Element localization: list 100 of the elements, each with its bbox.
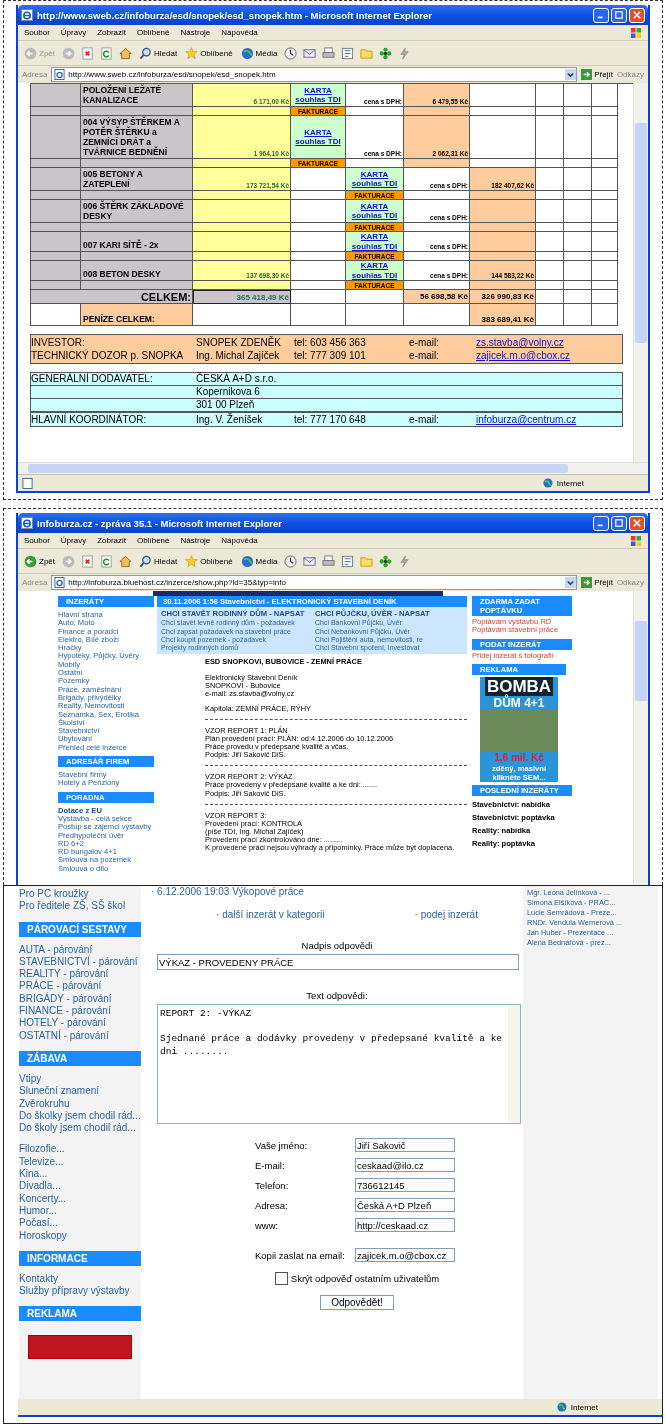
address-field[interactable]: http://infoburza.bluehost.cz/inzerce/show.php?id=35&typ=info <box>51 575 578 590</box>
printer-icon[interactable] <box>322 46 336 60</box>
flower-icon[interactable] <box>379 554 393 568</box>
email-link[interactable]: zajicek.m.o@cbox.cz <box>476 349 622 362</box>
edit-icon[interactable] <box>341 554 355 568</box>
nav-link[interactable]: Do školky jsem chodil rád... <box>19 1109 141 1123</box>
close-button[interactable] <box>629 7 645 23</box>
printer-icon[interactable] <box>322 554 336 568</box>
nav-link[interactable]: HOTELY - párování <box>19 1017 141 1030</box>
flower-icon[interactable] <box>379 46 393 60</box>
checkbox[interactable] <box>274 1272 288 1285</box>
card-link[interactable]: KARTA souhlas TDI <box>347 201 402 221</box>
mail-icon[interactable] <box>303 46 317 60</box>
favorites-button[interactable]: Oblíbené <box>184 45 234 61</box>
card-link[interactable]: KARTA souhlas TDI <box>347 169 402 189</box>
nav-link[interactable]: FINANCE - párování <box>19 1005 141 1018</box>
menu-item[interactable]: Zobrazit <box>97 28 127 37</box>
nav-link[interactable]: Vtipy <box>19 1072 141 1086</box>
nav-link[interactable]: Filozofie... <box>19 1143 141 1156</box>
card-link[interactable]: KARTA souhlas TDI <box>292 85 344 105</box>
nav-link[interactable]: Pro ředitele ZŠ, SŠ škol <box>19 900 141 913</box>
back-button[interactable]: Zpět <box>23 553 56 569</box>
nav-link[interactable]: Kontakty <box>19 1272 141 1286</box>
title-field[interactable]: VÝKAZ - PROVEDENY PRÁCE <box>157 954 519 970</box>
go-button[interactable]: Přejít <box>581 577 613 588</box>
nav-link[interactable]: Horoskopy <box>19 1229 141 1242</box>
submit-button[interactable]: Odpovědět! <box>320 1295 394 1310</box>
history-icon[interactable] <box>284 554 298 568</box>
nav-link[interactable]: Zvěrokruhu <box>19 1097 141 1110</box>
table-cell <box>470 107 536 116</box>
nav-link[interactable]: Koncerty... <box>19 1192 141 1205</box>
nav-link[interactable]: PRÁCE - párování <box>19 980 141 993</box>
ad-banner[interactable] <box>28 1335 132 1360</box>
scrollbar[interactable] <box>633 83 648 462</box>
nav-link[interactable]: Kina... <box>19 1168 141 1181</box>
nav-link[interactable]: Humor... <box>19 1204 141 1218</box>
nav-link[interactable]: OSTATNÍ - párování <box>19 1029 141 1042</box>
media-button[interactable]: Média <box>239 553 279 569</box>
nav-link[interactable]: Do školy jsem chodil rád... <box>19 1122 141 1135</box>
dropdown-icon[interactable] <box>565 577 577 588</box>
stop-icon[interactable] <box>81 554 94 568</box>
mail-icon[interactable] <box>303 554 317 568</box>
menu-item[interactable]: Oblíbené <box>137 536 170 545</box>
minimize-button[interactable] <box>593 515 609 531</box>
nav-link[interactable]: AUTA - párování <box>19 943 141 956</box>
menu-item[interactable]: Nápověda <box>221 536 258 545</box>
menu-item[interactable]: Nástroje <box>180 536 211 545</box>
stop-icon[interactable] <box>81 46 94 60</box>
nav-link[interactable]: BRIGÁDY - párování <box>19 992 141 1006</box>
scrollbar[interactable] <box>18 462 648 474</box>
table-cell <box>592 168 618 191</box>
card-link[interactable]: KARTA souhlas TDI <box>347 232 402 251</box>
email-link[interactable]: zs.stavba@volny.cz <box>476 336 622 349</box>
history-icon[interactable] <box>284 46 298 60</box>
input-field[interactable]: http://ceskaad.cz <box>355 1218 455 1232</box>
input-field[interactable]: Jiří Sakovič <box>355 1138 455 1152</box>
maximize-button[interactable] <box>611 515 627 531</box>
home-icon[interactable] <box>119 46 132 60</box>
action-link[interactable]: · další inzerát v kategorii <box>216 909 325 920</box>
input-field[interactable]: ceskaad@ilo.cz <box>355 1158 455 1172</box>
email-link[interactable]: infoburza@centrum.cz <box>476 413 622 426</box>
favorites-button[interactable]: Oblíbené <box>184 553 234 569</box>
input-field[interactable]: zajicek.m.o@cbox.cz <box>355 1248 455 1262</box>
nav-link[interactable]: Počasí... <box>19 1217 141 1230</box>
nav-link[interactable]: Divadla... <box>19 1180 141 1193</box>
refresh-icon[interactable] <box>100 554 113 568</box>
home-icon[interactable] <box>119 554 132 568</box>
menu-item[interactable]: Oblíbené <box>137 28 170 37</box>
menu-item[interactable]: Úpravy <box>60 28 87 37</box>
menu-item[interactable]: Soubor <box>24 536 50 545</box>
listing-link[interactable]: · 6.12.2006 19:03 Výkopové práce <box>151 886 523 898</box>
input-field[interactable]: 736612145 <box>355 1178 455 1192</box>
menu-item[interactable]: Zobrazit <box>97 536 127 545</box>
menu-item[interactable]: Nápověda <box>221 28 258 37</box>
email-label: e-mail: <box>409 349 440 362</box>
minimize-button[interactable] <box>593 7 609 23</box>
close-button[interactable] <box>629 515 645 531</box>
address-field[interactable]: http://www.sweb.cz/infoburza/esd/snopek/esd_snopek.htm <box>51 67 578 82</box>
scrollbar[interactable] <box>633 591 648 885</box>
search-button[interactable]: Hledat <box>138 553 179 569</box>
action-link[interactable]: · podej inzerát <box>414 909 478 920</box>
nav-link[interactable]: STAVEBNICTVÍ - párování <box>19 955 141 969</box>
nav-link[interactable]: Televize... <box>19 1155 141 1169</box>
menu-item[interactable]: Úpravy <box>60 536 87 545</box>
input-field[interactable]: Česká A+D Plzeň <box>355 1198 455 1212</box>
nav-link[interactable]: Sluneční znamení <box>19 1085 141 1098</box>
search-button[interactable]: Hledat <box>138 45 179 61</box>
table-cell <box>592 261 618 281</box>
card-link[interactable]: KARTA souhlas TDI <box>292 127 344 147</box>
text-area[interactable]: REPORT 2: -VÝKAZ Sjednané práce a dodávky provedeny v předepsané kvalitě a ke dni ........ <box>157 1004 521 1124</box>
nav-link[interactable]: Služby přípravy výstavby <box>19 1285 141 1298</box>
refresh-icon[interactable] <box>100 46 113 60</box>
card-link[interactable]: KARTA souhlas TDI <box>347 261 402 280</box>
media-button[interactable]: Média <box>239 45 279 61</box>
maximize-button[interactable] <box>611 7 627 23</box>
menu-item[interactable]: Soubor <box>24 28 50 37</box>
edit-icon[interactable] <box>341 46 355 60</box>
menu-item[interactable]: Nástroje <box>180 28 211 37</box>
go-button[interactable]: Přejít <box>581 69 613 80</box>
dropdown-icon[interactable] <box>565 69 577 80</box>
